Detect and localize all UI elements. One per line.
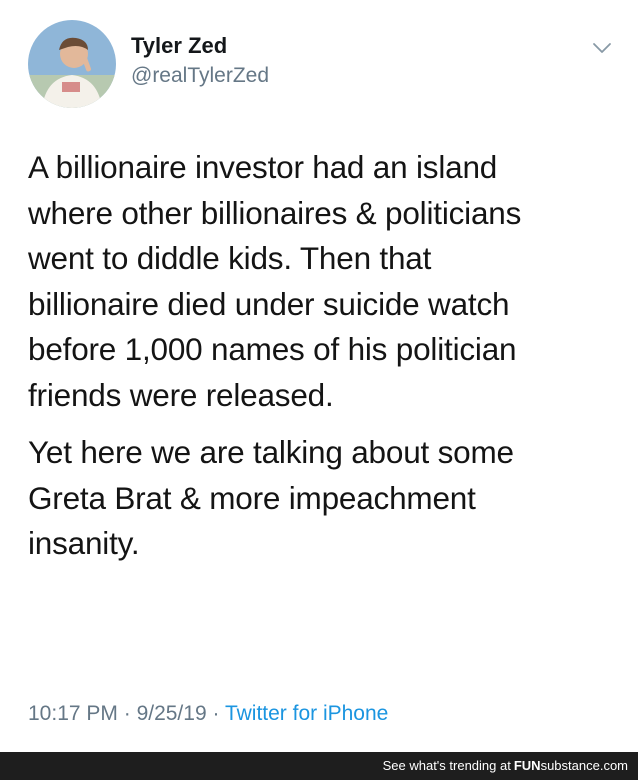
tweet-metadata: 10:17 PM · 9/25/19 · Twitter for iPhone [28, 702, 388, 726]
meta-separator: · [117, 702, 137, 725]
avatar[interactable] [28, 20, 116, 108]
tweet-line: A billionaire investor had an island [28, 149, 498, 185]
profile-photo-icon [28, 20, 116, 108]
tweet-source-link[interactable]: Twitter for iPhone [225, 702, 388, 725]
watermark-text: See what's trending at FUNsubstance.com [383, 758, 628, 773]
tweet-card: Tyler Zed @realTylerZed A billionaire in… [0, 0, 638, 752]
display-name[interactable]: Tyler Zed [131, 33, 227, 59]
watermark-brand-substance: substance [540, 758, 600, 773]
watermark-brand-fun: FUN [513, 758, 541, 773]
tweet-line: before 1,000 names of his politician [28, 331, 517, 367]
meta-separator: · [206, 702, 225, 725]
tweet-time[interactable]: 10:17 PM [28, 702, 118, 725]
tweet-line: billionaire died under suicide watch [28, 285, 510, 322]
tweet-line: insanity. [28, 525, 140, 561]
tweet-line: where other billionaires & politicians [28, 194, 522, 231]
tweet-line: friends were released. [28, 376, 334, 413]
tweet-text: A billionaire investor had an island whe… [28, 145, 618, 567]
watermark-brand-domain: .com [599, 758, 628, 773]
tweet-line: went to diddle kids. Then that [28, 240, 432, 276]
watermark-prefix: See what's trending at [382, 758, 511, 773]
chevron-down-icon[interactable] [590, 36, 614, 60]
tweet-date[interactable]: 9/25/19 [137, 702, 207, 725]
tweet-paragraph: Yet here we are talking about some Greta… [28, 430, 618, 567]
tweet-line: Greta Brat & more impeachment [28, 479, 476, 516]
user-handle[interactable]: @realTylerZed [131, 64, 269, 88]
tweet-line: Yet here we are talking about some [28, 434, 514, 470]
tweet-paragraph: A billionaire investor had an island whe… [28, 145, 618, 418]
watermark-bar: See what's trending at FUNsubstance.com [0, 752, 638, 780]
